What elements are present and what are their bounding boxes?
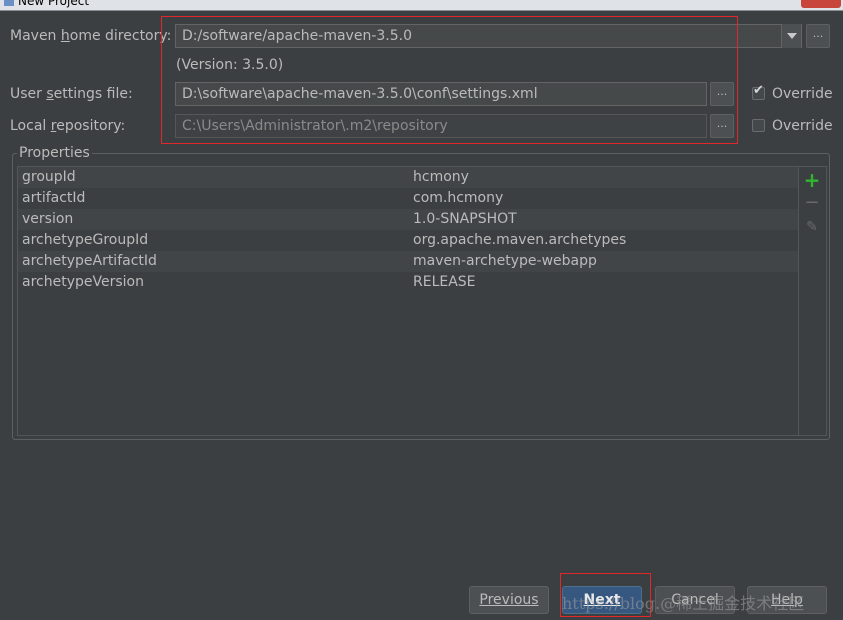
property-key: groupId: [22, 169, 76, 185]
property-key: version: [22, 211, 74, 227]
property-value: org.apache.maven.archetypes: [413, 232, 627, 248]
user-settings-label: User settings file:: [10, 86, 133, 102]
table-row[interactable]: version 1.0-SNAPSHOT: [18, 209, 798, 230]
maven-home-label: Maven home directory:: [10, 28, 172, 44]
property-value: RELEASE: [413, 274, 476, 290]
window-title: New Project: [18, 0, 90, 8]
maven-home-dropdown-button[interactable]: [781, 24, 801, 48]
window-title-bar: New Project: [0, 0, 843, 11]
property-value: hcmony: [413, 169, 469, 185]
minus-icon[interactable]: −: [803, 192, 821, 213]
property-value: 1.0-SNAPSHOT: [413, 211, 517, 227]
property-value: maven-archetype-webapp: [413, 253, 597, 269]
property-key: archetypeArtifactId: [22, 253, 157, 269]
table-row[interactable]: artifactId com.hcmony: [18, 188, 798, 209]
app-icon: [4, 0, 14, 6]
table-row[interactable]: archetypeVersion RELEASE: [18, 272, 798, 293]
local-repository-override-label: Override: [772, 118, 833, 134]
chevron-down-icon: [786, 33, 797, 39]
properties-toolbar: + − ✎: [799, 166, 827, 436]
annotation-highlight-next: [560, 573, 651, 617]
window-close-button[interactable]: [801, 0, 841, 8]
properties-table[interactable]: groupId hcmony artifactId com.hcmony ver…: [17, 166, 799, 436]
table-row[interactable]: archetypeArtifactId maven-archetype-weba…: [18, 251, 798, 272]
table-row[interactable]: groupId hcmony: [18, 167, 798, 188]
help-button[interactable]: Help: [747, 586, 827, 614]
previous-button[interactable]: Previous: [469, 586, 549, 614]
annotation-highlight-settings: [161, 16, 738, 144]
plus-icon[interactable]: +: [803, 168, 821, 192]
local-repository-override-checkbox[interactable]: [752, 119, 765, 132]
table-row[interactable]: archetypeGroupId org.apache.maven.archet…: [18, 230, 798, 251]
property-key: artifactId: [22, 190, 86, 206]
maven-home-browse-button[interactable]: ...: [806, 24, 830, 48]
user-settings-override-label: Override: [772, 86, 833, 102]
local-repository-label: Local repository:: [10, 118, 126, 134]
properties-legend: Properties: [19, 145, 90, 161]
checkmark-icon: ✔: [753, 83, 764, 98]
property-value: com.hcmony: [413, 190, 504, 206]
user-settings-override-checkbox[interactable]: ✔: [752, 83, 765, 100]
cancel-button[interactable]: Cancel: [655, 586, 735, 614]
pencil-icon[interactable]: ✎: [803, 219, 821, 235]
property-key: archetypeVersion: [22, 274, 144, 290]
property-key: archetypeGroupId: [22, 232, 149, 248]
